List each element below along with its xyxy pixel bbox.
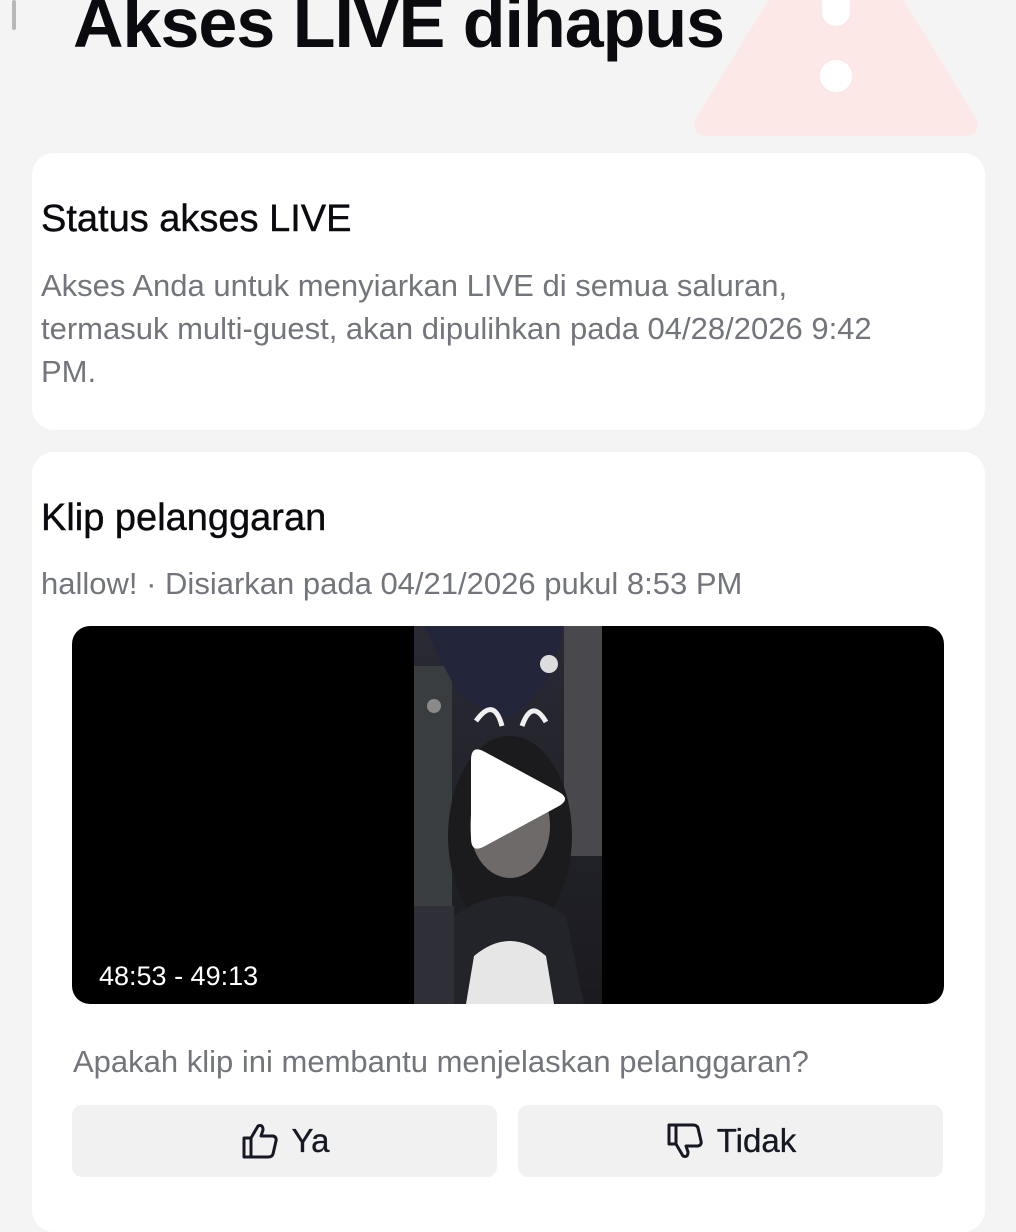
scroll-indicator[interactable] — [12, 0, 16, 30]
no-button[interactable]: Tidak — [518, 1105, 943, 1177]
no-button-label: Tidak — [716, 1122, 797, 1159]
clip-card-heading: Klip pelanggaran — [41, 497, 327, 539]
thumbs-up-icon — [242, 1124, 278, 1159]
clip-broadcast-info: hallow! · Disiarkan pada 04/21/2026 puku… — [41, 566, 743, 601]
yes-button-label: Ya — [291, 1122, 330, 1159]
status-message: Akses Anda untuk menyiarkan LIVE di semu… — [41, 268, 872, 389]
video-player[interactable]: 48:53 - 49:13 — [72, 626, 944, 1004]
page-title: Akses LIVE dihapus — [73, 0, 725, 62]
warning-triangle-icon — [694, 0, 978, 136]
thumbs-down-icon — [667, 1123, 703, 1158]
feedback-question: Apakah klip ini membantu menjelaskan pel… — [73, 1044, 809, 1079]
status-card-heading: Status akses LIVE — [41, 198, 352, 240]
play-icon[interactable] — [467, 744, 567, 854]
yes-button[interactable]: Ya — [72, 1105, 497, 1177]
clip-timestamp: 48:53 - 49:13 — [99, 961, 259, 991]
